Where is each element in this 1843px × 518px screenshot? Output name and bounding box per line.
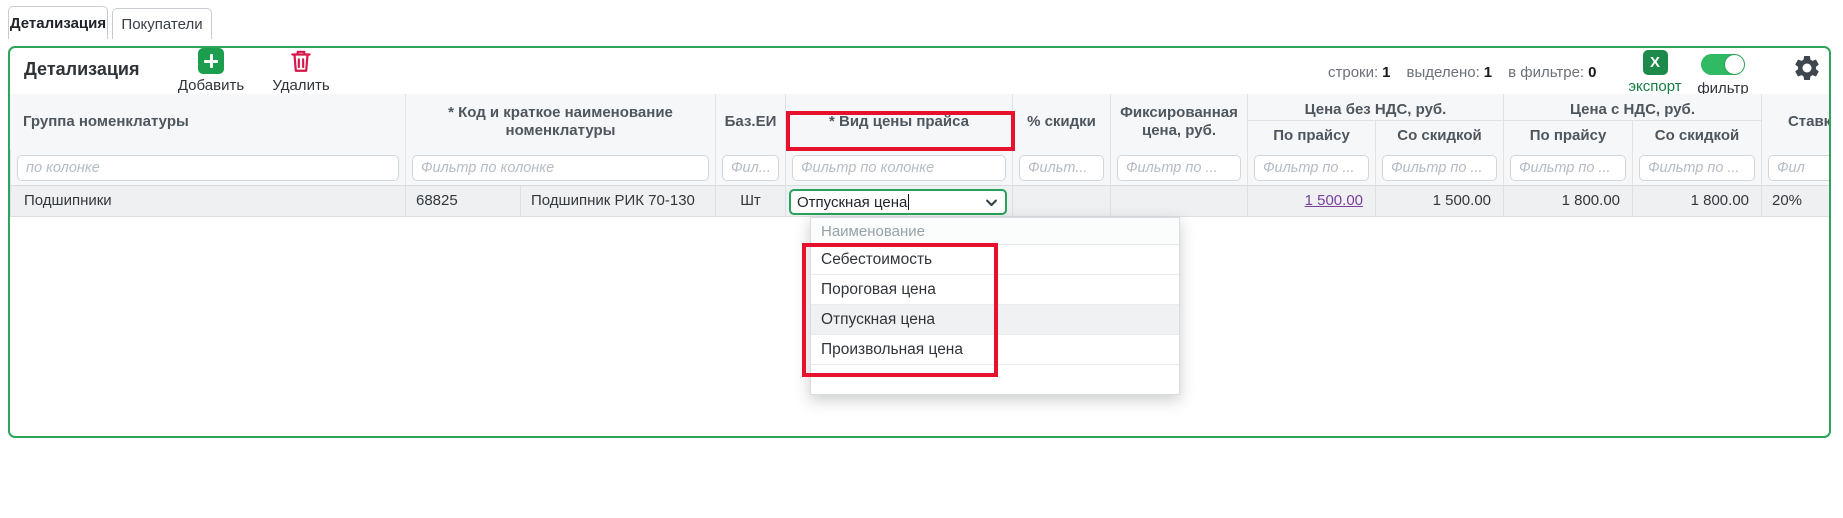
- dropdown-column-header: Наименование: [811, 218, 1179, 245]
- filter-cell-vat-by-price: [1503, 150, 1632, 186]
- filter-cell-price-type: [785, 150, 1012, 186]
- tab-detalization-label: Детализация: [10, 15, 106, 32]
- in-filter-stat: в фильтре:0: [1508, 64, 1596, 81]
- rows-count: 1: [1382, 64, 1390, 81]
- dropdown-option-arbitrary-price[interactable]: Произвольная цена: [811, 335, 1179, 365]
- filter-cell-vat-with-discount: [1632, 150, 1761, 186]
- column-header-no-vat-by-price[interactable]: По прайсу: [1247, 121, 1375, 150]
- tab-detalization[interactable]: Детализация: [8, 6, 108, 39]
- dropdown-option-cost-price[interactable]: Себестоимость: [811, 245, 1179, 275]
- cell-code: 68825: [405, 186, 520, 217]
- filter-input-group[interactable]: [17, 155, 399, 181]
- cell-vat-rate: 20%: [1761, 186, 1829, 217]
- filter-cell-discount: [1012, 150, 1110, 186]
- text-cursor: [908, 194, 909, 210]
- chevron-down-icon: [984, 195, 999, 210]
- filter-cell-code-name: [405, 150, 715, 186]
- cell-name: Подшипник РИК 70-130: [520, 186, 715, 217]
- export-button-label: экспорт: [1628, 78, 1681, 95]
- column-header-vat-by-price[interactable]: По прайсу: [1503, 121, 1632, 150]
- panel-title: Детализация: [24, 59, 140, 80]
- column-group-price-no-vat: Цена без НДС, руб.: [1247, 94, 1503, 121]
- filter-cell-base-unit: [715, 150, 785, 186]
- cell-discount-empty: [1012, 186, 1110, 217]
- column-group-price-with-vat: Цена с НДС, руб.: [1503, 94, 1761, 121]
- filter-input-no-vat-by-price[interactable]: [1254, 155, 1369, 181]
- dropdown-option-release-price[interactable]: Отпускная цена: [811, 305, 1179, 335]
- column-header-group[interactable]: Группа номенклатуры: [10, 94, 405, 150]
- delete-button[interactable]: Удалить: [256, 48, 346, 94]
- add-button-label: Добавить: [178, 77, 244, 94]
- filter-input-discount[interactable]: [1019, 155, 1104, 181]
- in-filter-count: 0: [1588, 64, 1596, 81]
- gear-icon: [1792, 53, 1822, 83]
- cell-base-unit: Шт: [715, 186, 785, 217]
- cell-group: Подшипники: [10, 186, 405, 217]
- column-header-no-vat-with-discount[interactable]: Со скидкой: [1375, 121, 1503, 150]
- column-header-price-type[interactable]: * Вид цены прайса: [785, 94, 1012, 150]
- filter-input-vat-rate[interactable]: [1768, 155, 1829, 181]
- column-header-code-name[interactable]: * Код и краткое наименование номенклатур…: [405, 94, 715, 150]
- export-button[interactable]: X экспорт: [1624, 50, 1686, 95]
- price-type-select[interactable]: Отпускная цена: [789, 189, 1007, 215]
- price-type-select-value: Отпускная цена: [797, 194, 907, 211]
- toggle-on-icon: [1701, 54, 1745, 75]
- column-header-discount[interactable]: % скидки: [1012, 94, 1110, 150]
- filter-toggle[interactable]: фильтр: [1692, 54, 1754, 97]
- add-button[interactable]: Добавить: [166, 48, 256, 94]
- settings-button[interactable]: [1792, 53, 1822, 83]
- column-header-vat-with-discount[interactable]: Со скидкой: [1632, 121, 1761, 150]
- filter-cell-vat-rate: [1761, 150, 1829, 186]
- filter-cell-no-vat-with-discount: [1375, 150, 1503, 186]
- delete-button-label: Удалить: [272, 77, 329, 94]
- filter-input-base-unit[interactable]: [722, 155, 779, 181]
- filter-input-vat-by-price[interactable]: [1510, 155, 1626, 181]
- filter-input-price-type[interactable]: [792, 155, 1006, 181]
- cell-no-vat-with-discount: 1 500.00: [1375, 186, 1503, 217]
- cell-no-vat-by-price: 1 500.00: [1247, 186, 1375, 217]
- column-header-fixed-price[interactable]: Фиксированная цена, руб.: [1110, 94, 1247, 150]
- filter-input-code-name[interactable]: [412, 155, 709, 181]
- tab-buyers[interactable]: Покупатели: [112, 8, 212, 39]
- tab-buyers-label: Покупатели: [121, 16, 202, 33]
- trash-icon: [288, 48, 314, 74]
- filter-input-no-vat-with-discount[interactable]: [1382, 155, 1497, 181]
- grid-stats: строки:1 выделено:1 в фильтре:0: [1328, 64, 1596, 81]
- toggle-knob: [1725, 55, 1744, 74]
- filter-cell-fixed-price: [1110, 150, 1247, 186]
- dropdown-option-threshold-price[interactable]: Пороговая цена: [811, 275, 1179, 305]
- cell-vat-with-discount: 1 800.00: [1632, 186, 1761, 217]
- rows-stat: строки:1: [1328, 64, 1391, 81]
- selected-count: 1: [1484, 64, 1492, 81]
- filter-cell-group: [10, 150, 405, 186]
- cell-vat-by-price: 1 800.00: [1503, 186, 1632, 217]
- price-type-dropdown: Наименование Себестоимость Пороговая цен…: [810, 217, 1180, 395]
- column-header-base-unit[interactable]: Баз.ЕИ: [715, 94, 785, 150]
- excel-icon: X: [1643, 50, 1668, 75]
- screenshot-root: Детализация Покупатели Детализация Добав…: [0, 0, 1843, 518]
- selected-stat: выделено:1: [1407, 64, 1493, 81]
- plus-icon: [198, 48, 224, 74]
- filter-input-fixed-price[interactable]: [1117, 155, 1241, 181]
- column-header-vat-rate[interactable]: Ставка НДС: [1761, 94, 1829, 150]
- filter-cell-no-vat-by-price: [1247, 150, 1375, 186]
- filter-input-vat-with-discount[interactable]: [1639, 155, 1755, 181]
- price-link[interactable]: 1 500.00: [1305, 192, 1363, 209]
- cell-fixed-price-empty: [1110, 186, 1247, 217]
